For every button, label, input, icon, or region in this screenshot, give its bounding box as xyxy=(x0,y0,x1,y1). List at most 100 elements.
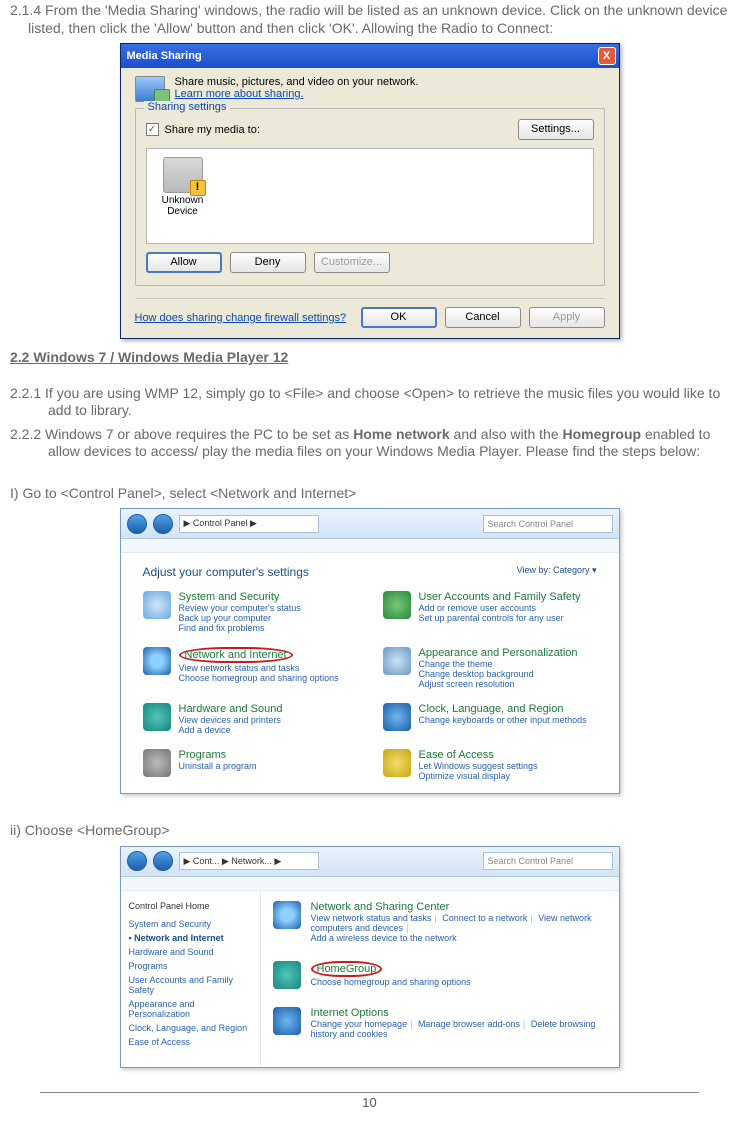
view-by-dropdown[interactable]: View by: Category ▾ xyxy=(517,565,597,579)
customize-button[interactable]: Customize... xyxy=(314,252,390,273)
cp-item-sub[interactable]: Change the theme xyxy=(419,659,578,669)
item-title: Network and Sharing Center xyxy=(311,901,607,913)
text: 2.2.2 Windows 7 or above requires the PC… xyxy=(10,426,353,442)
cp-item-title: Ease of Access xyxy=(419,749,494,761)
cp-item-ease-access[interactable]: Ease of Access Let Windows suggest setti… xyxy=(383,749,597,781)
cp-item-sub[interactable]: View devices and printers xyxy=(179,715,283,725)
media-icon xyxy=(135,76,165,102)
monitor-icon xyxy=(383,647,411,675)
cp-item-sub[interactable]: Optimize visual display xyxy=(419,771,538,781)
cp-item-sub[interactable]: Change keyboards or other input methods xyxy=(419,715,587,725)
back-button[interactable] xyxy=(127,514,147,534)
cp-item-sub[interactable]: Review your computer's status xyxy=(179,603,301,613)
text-bold: Homegroup xyxy=(563,426,642,442)
cp-item-sub[interactable]: Set up parental controls for any user xyxy=(419,613,581,623)
search-field[interactable]: Search Control Panel xyxy=(483,515,613,533)
address-bar[interactable]: ▶ Control Panel ▶ xyxy=(179,515,319,533)
item-sub[interactable]: View network status and tasks xyxy=(311,913,432,923)
cp-item-sub[interactable]: Adjust screen resolution xyxy=(419,679,578,689)
settings-button[interactable]: Settings... xyxy=(518,119,594,140)
cp-item-appearance[interactable]: Appearance and Personalization Change th… xyxy=(383,647,597,689)
cp-item-title: User Accounts and Family Safety xyxy=(419,591,581,603)
cp-sidebar: Control Panel Home System and Security N… xyxy=(121,891,261,1067)
sidebar-item[interactable]: Ease of Access xyxy=(129,1035,252,1049)
sidebar-item[interactable]: Hardware and Sound xyxy=(129,945,252,959)
item-sub[interactable]: Add a wireless device to the network xyxy=(311,933,457,943)
cp-item-title: Programs xyxy=(179,749,227,761)
dialog-title: Media Sharing xyxy=(127,50,202,62)
red-circle-highlight: HomeGroup xyxy=(311,961,383,977)
step-2-2-1: 2.2.1 If you are using WMP 12, simply go… xyxy=(10,385,729,420)
cp-item-user-accounts[interactable]: User Accounts and Family Safety Add or r… xyxy=(383,591,597,633)
unknown-device-item[interactable]: Unknown Device xyxy=(155,157,211,217)
cp-item-hardware-sound[interactable]: Hardware and Sound View devices and prin… xyxy=(143,703,357,735)
firewall-link[interactable]: How does sharing change firewall setting… xyxy=(135,312,347,324)
sidebar-item[interactable]: Programs xyxy=(129,959,252,973)
allow-button[interactable]: Allow xyxy=(146,252,222,273)
search-field[interactable]: Search Control Panel xyxy=(483,852,613,870)
section-2-2-header: 2.2 Windows 7 / Windows Media Player 12 xyxy=(10,349,729,367)
cp-item-title: System and Security xyxy=(179,591,280,603)
step-ii: ii) Choose <HomeGroup> xyxy=(10,822,729,840)
cp-item-system-security[interactable]: System and Security Review your computer… xyxy=(143,591,357,633)
dialog-titlebar: Media Sharing X xyxy=(121,44,619,68)
forward-button[interactable] xyxy=(153,851,173,871)
ie-icon xyxy=(273,1007,301,1035)
cp-item-sub[interactable]: Back up your computer xyxy=(179,613,301,623)
apply-button[interactable]: Apply xyxy=(529,307,605,328)
media-sharing-dialog: Media Sharing X Share music, pictures, a… xyxy=(120,43,620,339)
device-list[interactable]: Unknown Device xyxy=(146,148,594,244)
forward-button[interactable] xyxy=(153,514,173,534)
menu-strip xyxy=(121,877,619,891)
cp-item-sub[interactable]: Add or remove user accounts xyxy=(419,603,581,613)
sidebar-item[interactable]: Appearance and Personalization xyxy=(129,997,252,1021)
deny-button[interactable]: Deny xyxy=(230,252,306,273)
cp-item-clock-language[interactable]: Clock, Language, and Region Change keybo… xyxy=(383,703,597,735)
cp-item-programs[interactable]: Programs Uninstall a program xyxy=(143,749,357,781)
cp-item-sub[interactable]: Change desktop background xyxy=(419,669,578,679)
cp-item-title: Clock, Language, and Region xyxy=(419,703,564,715)
cp-item-sub[interactable]: Find and fix problems xyxy=(179,623,301,633)
item-sub[interactable]: Change your homepage xyxy=(311,1019,408,1029)
figure-media-sharing: Media Sharing X Share music, pictures, a… xyxy=(10,43,729,339)
cp-item-sub[interactable]: Let Windows suggest settings xyxy=(419,761,538,771)
clock-icon xyxy=(383,703,411,731)
cp-item-network-internet[interactable]: Network and Internet View network status… xyxy=(143,647,357,689)
cp-category-grid: System and Security Review your computer… xyxy=(143,591,597,781)
cp-item-sub[interactable]: Choose homegroup and sharing options xyxy=(179,673,339,683)
back-button[interactable] xyxy=(127,851,147,871)
homegroup[interactable]: HomeGroup Choose homegroup and sharing o… xyxy=(273,961,607,989)
share-media-checkbox[interactable]: ✓ Share my media to: xyxy=(146,123,260,136)
checkbox-icon: ✓ xyxy=(146,123,159,136)
figure-network-internet: ▶ Cont... ▶ Network... ▶ Search Control … xyxy=(10,846,729,1068)
window-toolbar: ▶ Cont... ▶ Network... ▶ Search Control … xyxy=(121,847,619,877)
item-title: Internet Options xyxy=(311,1007,607,1019)
close-icon[interactable]: X xyxy=(598,47,616,65)
item-sub[interactable]: Manage browser add-ons xyxy=(418,1019,520,1029)
main-pane: Network and Sharing Center View network … xyxy=(261,891,619,1067)
cp-item-sub[interactable]: Add a device xyxy=(179,725,283,735)
item-title: HomeGroup xyxy=(311,961,471,977)
cp-item-title: Appearance and Personalization xyxy=(419,647,578,659)
internet-options[interactable]: Internet Options Change your homepage| M… xyxy=(273,1007,607,1039)
address-bar[interactable]: ▶ Cont... ▶ Network... ▶ xyxy=(179,852,319,870)
control-panel-window: ▶ Control Panel ▶ Search Control Panel A… xyxy=(120,508,620,794)
globe-icon xyxy=(143,647,171,675)
text: and also with the xyxy=(450,426,563,442)
cp-item-sub[interactable]: Uninstall a program xyxy=(179,761,257,771)
device-icon xyxy=(163,157,203,193)
sharing-settings-group: Sharing settings ✓ Share my media to: Se… xyxy=(135,108,605,286)
cancel-button[interactable]: Cancel xyxy=(445,307,521,328)
window-toolbar: ▶ Control Panel ▶ Search Control Panel xyxy=(121,509,619,539)
network-sharing-center[interactable]: Network and Sharing Center View network … xyxy=(273,901,607,943)
item-sub[interactable]: Choose homegroup and sharing options xyxy=(311,977,471,987)
item-sub[interactable]: Connect to a network xyxy=(442,913,527,923)
device-label: Unknown Device xyxy=(162,195,204,217)
sidebar-item[interactable]: System and Security xyxy=(129,917,252,931)
sidebar-item-selected[interactable]: Network and Internet xyxy=(129,931,252,945)
sidebar-item[interactable]: Clock, Language, and Region xyxy=(129,1021,252,1035)
ok-button[interactable]: OK xyxy=(361,307,437,328)
sidebar-item[interactable]: User Accounts and Family Safety xyxy=(129,973,252,997)
learn-more-link[interactable]: Learn more about sharing. xyxy=(175,88,304,100)
cp-item-sub[interactable]: View network status and tasks xyxy=(179,663,339,673)
